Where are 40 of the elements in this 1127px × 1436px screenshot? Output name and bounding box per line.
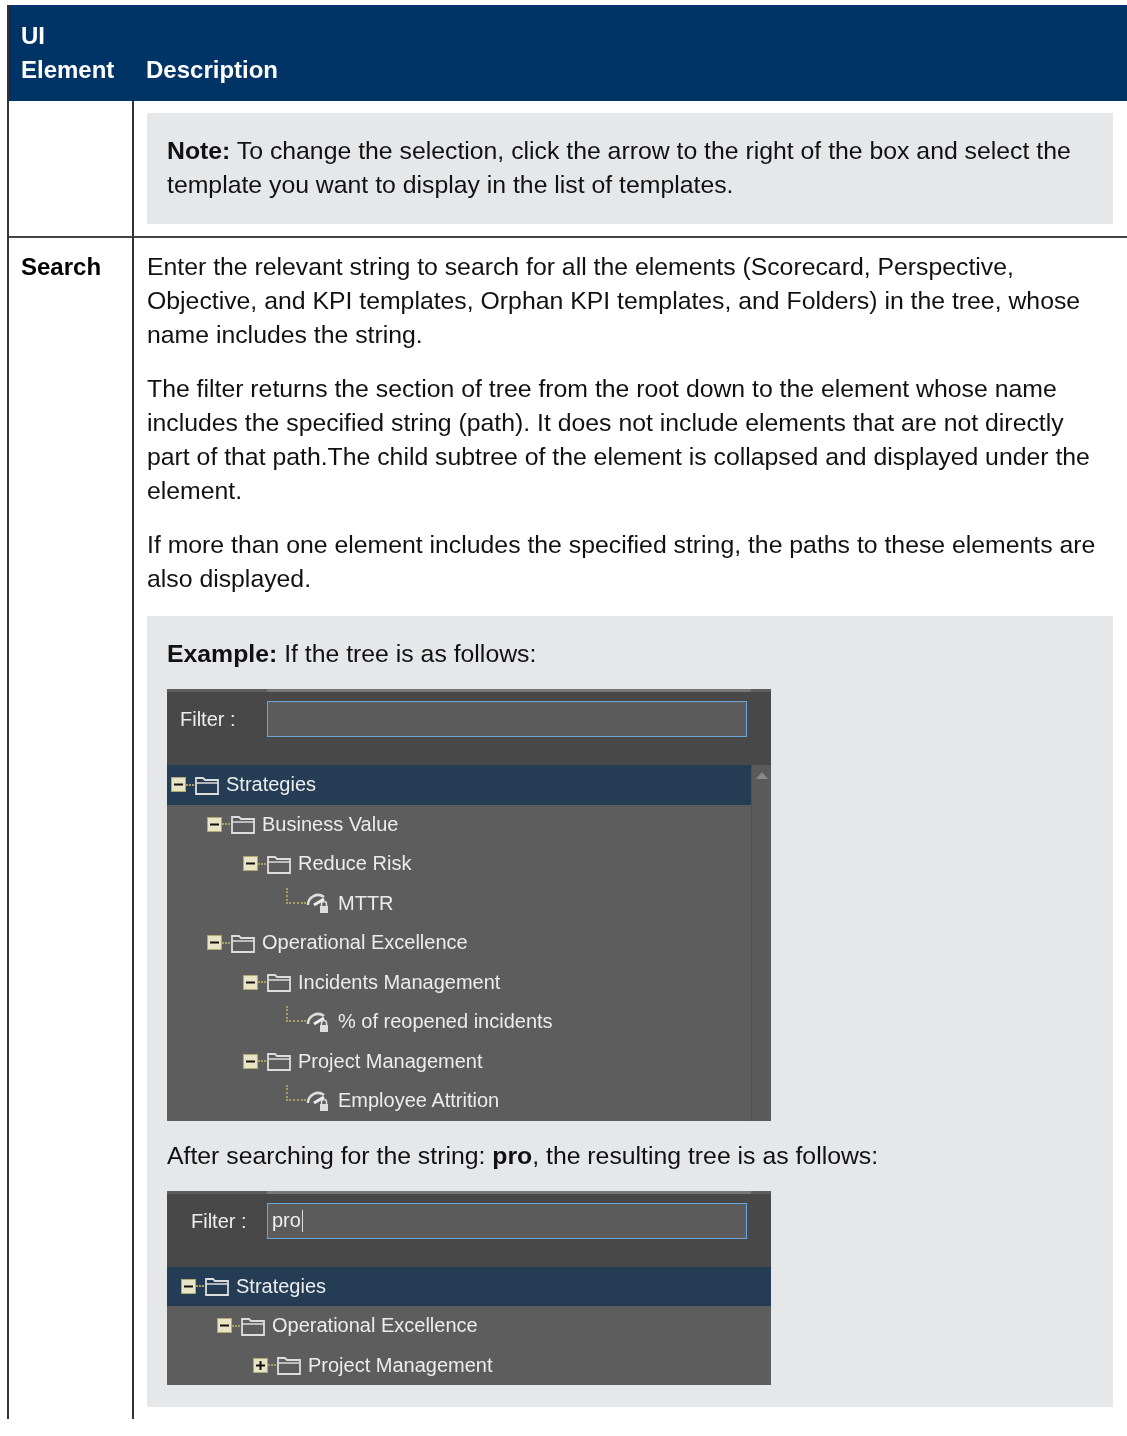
- filter-label: Filter :: [179, 708, 237, 731]
- description-text: The filter returns the section of tree from the root down to the element whose name includes the specified string (path). It does not include elements that are not directly part of that path.The child subtree of the element is collapsed and displayed under the element.: [147, 374, 1091, 506]
- tree-row[interactable]: Project Management: [167, 1345, 771, 1385]
- collapse-icon[interactable]: [217, 1318, 232, 1334]
- collapse-icon[interactable]: [243, 974, 258, 990]
- collapse-icon[interactable]: [207, 935, 222, 951]
- tree-row[interactable]: Operational Excellence: [167, 1306, 771, 1346]
- collapse-icon[interactable]: [243, 1053, 258, 1069]
- expand-icon[interactable]: [253, 1357, 268, 1373]
- folder-icon: [266, 1050, 292, 1073]
- tree-row[interactable]: Operational Excellence: [167, 923, 751, 963]
- tree-row[interactable]: Business Value: [167, 804, 751, 844]
- collapse-icon[interactable]: [243, 856, 258, 872]
- tree-row[interactable]: Reduce Risk: [167, 844, 751, 884]
- collapse-icon[interactable]: [171, 777, 186, 793]
- folder-icon: [266, 971, 292, 994]
- filter-label: Filter :: [190, 1209, 248, 1233]
- collapse-icon[interactable]: [207, 816, 222, 832]
- tree-row[interactable]: Employee Attrition: [167, 1081, 751, 1121]
- example-text: After searching for the string: pro, the resulting tree is as follows:: [167, 1140, 880, 1171]
- filter-field[interactable]: [267, 701, 747, 737]
- tree-row[interactable]: Project Management: [167, 1041, 751, 1081]
- column-header: Description: [134, 5, 1127, 101]
- element-name: Search: [21, 253, 102, 280]
- tree-row[interactable]: Strategies: [167, 1266, 771, 1306]
- column-header: UI Element: [9, 5, 134, 101]
- description-text: Enter the relevant string to search for all the elements (Scorecard, Perspective, Objective, and KPI templates, Orphan KPI templates, and Folders) in the tree, whose name includes the string.: [147, 252, 1082, 350]
- folder-icon: [204, 1275, 230, 1298]
- tree-row[interactable]: Incidents Management: [167, 962, 751, 1002]
- folder-icon: [276, 1354, 302, 1377]
- tree-row[interactable]: % of reopened incidents: [167, 1002, 751, 1042]
- filter-field[interactable]: pro: [267, 1202, 747, 1239]
- folder-icon: [230, 813, 256, 836]
- tree-row[interactable]: MTTR: [167, 883, 751, 923]
- collapse-icon[interactable]: [181, 1278, 196, 1294]
- tree-row[interactable]: Strategies: [167, 765, 751, 805]
- note-text: Note: To change the selection, click the arrow to the right of the box and select the template you want to display in the list of templates.: [167, 136, 1072, 200]
- scrollbar[interactable]: [751, 765, 771, 1121]
- description-text: If more than one element includes the specified string, the paths to these elements are also displayed.: [147, 530, 1097, 594]
- example-text: Example: If the tree is as follows:: [167, 639, 538, 669]
